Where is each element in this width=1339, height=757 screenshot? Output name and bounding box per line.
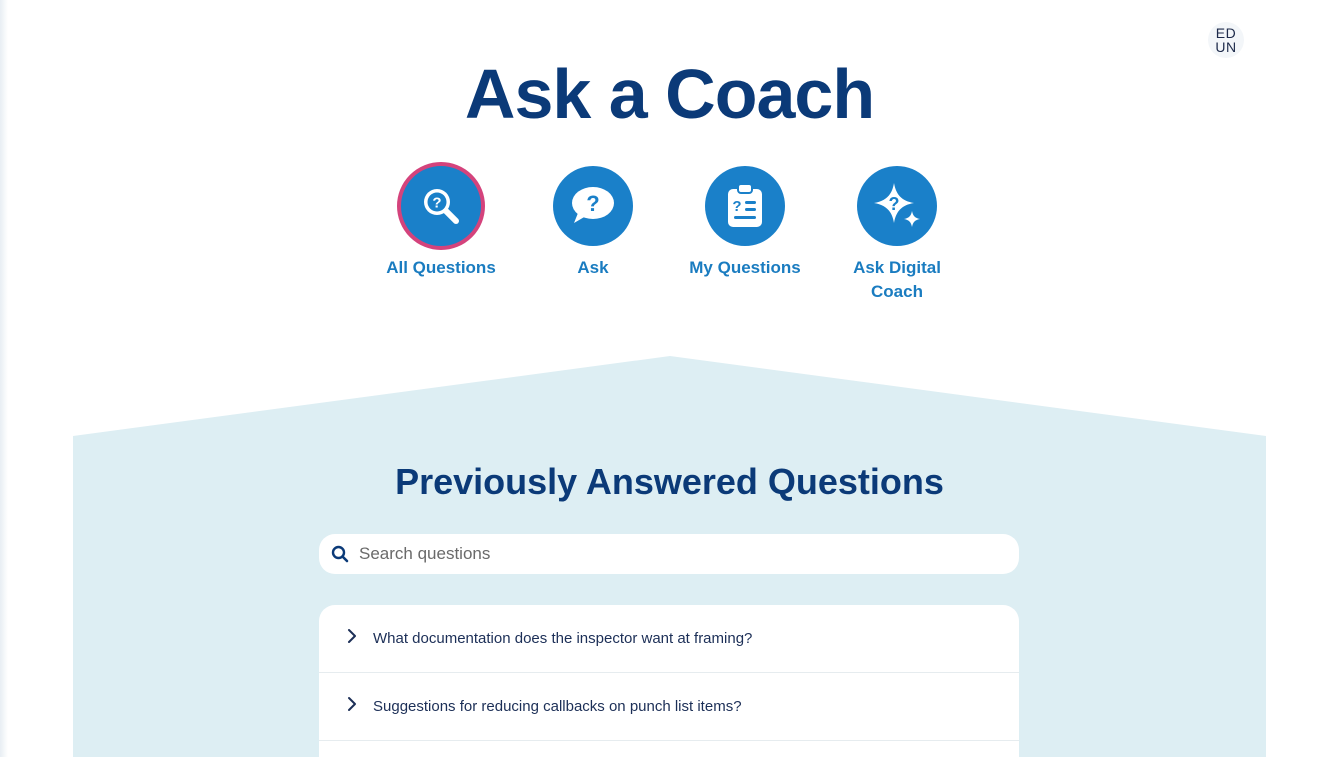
question-text: Suggestions for reducing callbacks on pu… (373, 698, 742, 715)
svg-text:?: ? (432, 195, 441, 212)
question-list: What documentation does the inspector wa… (319, 605, 1019, 757)
nav-item-my-questions[interactable]: ? My Questions (675, 162, 815, 280)
search-question-icon: ? (424, 189, 459, 224)
chevron-right-icon[interactable] (345, 628, 359, 644)
nav-label-ask-digital-coach: Ask Digital Coach (853, 258, 941, 301)
avatar-initials-line1: ED (1215, 25, 1237, 41)
nav-item-ask[interactable]: ? Ask (523, 162, 663, 280)
svg-text:?: ? (732, 198, 741, 215)
nav-label-my-questions: My Questions (689, 258, 801, 277)
nav-label-all-questions: All Questions (386, 258, 496, 277)
sparkle-question-icon: ? (874, 183, 920, 227)
question-item[interactable]: What documentation does the inspector wa… (319, 605, 1019, 673)
nav-item-ask-digital-coach[interactable]: ? Ask Digital Coach (827, 162, 967, 304)
chevron-right-icon[interactable] (345, 696, 359, 712)
page: ED UN Ask a Coach ? All Questions ? Ask … (0, 0, 1339, 757)
nav-label-ask: Ask (577, 258, 609, 277)
speech-question-icon: ? (572, 187, 614, 223)
question-text: What documentation does the inspector wa… (373, 630, 753, 647)
svg-text:?: ? (889, 194, 900, 214)
nav-circle-ask-digital-coach[interactable]: ? (857, 166, 937, 246)
search-icon (331, 545, 349, 563)
nav-circle-my-questions[interactable]: ? (705, 166, 785, 246)
nav-item-all-questions[interactable]: ? All Questions (371, 162, 511, 280)
svg-text:?: ? (586, 191, 599, 216)
coach-nav: ? All Questions ? Ask ? My Questions ? A… (0, 162, 1339, 312)
nav-circle-ask[interactable]: ? (553, 166, 633, 246)
search-input[interactable] (357, 543, 981, 565)
search-box[interactable] (319, 534, 1019, 574)
page-title: Ask a Coach (464, 55, 875, 133)
question-item[interactable]: Suggestions for reducing callbacks on pu… (319, 673, 1019, 741)
clipboard-question-icon: ? (728, 183, 762, 227)
section-title: Previously Answered Questions (395, 461, 944, 502)
nav-circle-all-questions[interactable]: ? (397, 162, 485, 250)
